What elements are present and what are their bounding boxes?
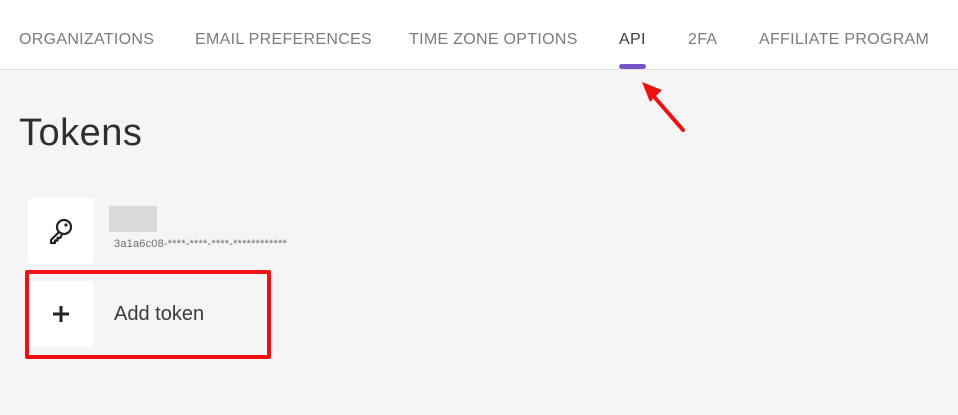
- token-icon-box: [28, 198, 94, 264]
- annotation-highlight-box: [25, 270, 271, 359]
- key-icon: [49, 218, 73, 245]
- token-item: 3a1a6c08-****-****-****-************: [28, 198, 448, 264]
- tab-organizations[interactable]: ORGANIZATIONS: [19, 31, 154, 49]
- annotation-arrow-icon: [642, 82, 685, 132]
- tab-affiliate-program[interactable]: AFFILIATE PROGRAM: [759, 31, 929, 49]
- active-tab-indicator: [619, 64, 646, 69]
- tab-2fa[interactable]: 2FA: [688, 31, 717, 49]
- tab-email-preferences[interactable]: EMAIL PREFERENCES: [195, 31, 372, 49]
- tab-api[interactable]: API: [619, 31, 646, 49]
- page-title: Tokens: [19, 112, 143, 154]
- settings-tab-bar: ORGANIZATIONS EMAIL PREFERENCES TIME ZON…: [0, 0, 958, 70]
- tab-time-zone-options[interactable]: TIME ZONE OPTIONS: [409, 31, 578, 49]
- token-id: 3a1a6c08-****-****-****-************: [114, 238, 287, 250]
- token-name-redacted: [109, 206, 157, 232]
